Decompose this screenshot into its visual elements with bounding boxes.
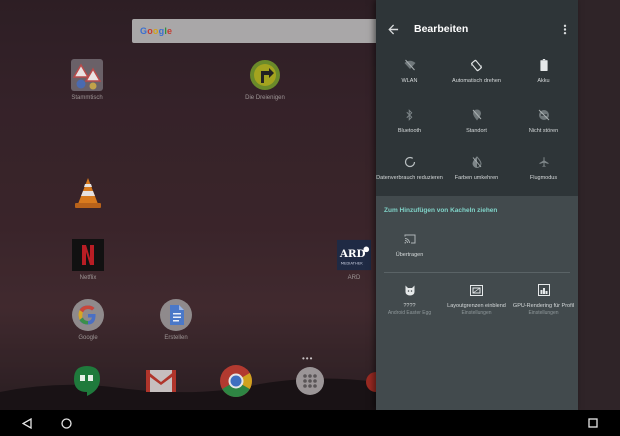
tile-wlan[interactable]: WLAN [376, 58, 443, 85]
app-netflix[interactable]: Netflix [58, 238, 118, 281]
netflix-icon [71, 238, 105, 272]
tile-label: Übertragen [395, 252, 424, 258]
tile-auto-rotate[interactable]: Automatisch drehen [443, 58, 510, 85]
dock-chrome[interactable] [206, 364, 266, 398]
tile-label: Flugmodus [529, 175, 558, 181]
tile-bluetooth[interactable]: Bluetooth [376, 108, 443, 135]
back-arrow-icon[interactable] [386, 22, 400, 36]
panel-header: Bearbeiten [376, 0, 578, 58]
signs-icon [70, 58, 104, 92]
location-off-icon [470, 108, 484, 122]
vlc-cone-icon [71, 176, 105, 210]
hangouts-icon [70, 364, 104, 398]
dock-app-drawer[interactable] [280, 364, 340, 398]
app-label: ARD [347, 275, 361, 281]
tile-label: Standort [466, 128, 487, 134]
ard-mediathek-icon: ARD MEDIATHEK [337, 238, 371, 272]
tile-datenverbrauch[interactable]: Datenverbrauch reduzieren [376, 155, 443, 182]
cat-icon [403, 283, 417, 297]
green-arrow-icon [248, 58, 282, 92]
tile-nicht-stoeren[interactable]: Nicht stören [510, 108, 577, 135]
available-tiles-area: Zum Hinzufügen von Kacheln ziehen Übertr… [376, 196, 578, 410]
tile-uebertragen[interactable]: Übertragen [376, 232, 443, 259]
dnd-icon [537, 108, 551, 122]
tiles-divider [384, 272, 570, 273]
search-logo-letter: e [167, 26, 173, 36]
app-ard[interactable]: ARD MEDIATHEK ARD [324, 238, 384, 281]
panel-title: Bearbeiten [414, 23, 469, 35]
app-vlc[interactable] [58, 176, 118, 213]
tile-label: GPU-Rendering für Profil [512, 303, 575, 309]
add-tiles-heading: Zum Hinzufügen von Kacheln ziehen [384, 207, 498, 214]
tile-label: ???? [403, 303, 416, 309]
google-search-bar[interactable]: Google [132, 19, 382, 43]
tile-layoutgrenzen[interactable]: Layoutgrenzen einblend Einstellungen [443, 283, 510, 317]
tile-sublabel: Android Easter Egg [387, 310, 432, 317]
app-stammtisch[interactable]: Stammtisch [57, 58, 117, 101]
gmail-icon [144, 364, 178, 398]
battery-icon [537, 58, 551, 72]
data-saver-icon [403, 155, 417, 169]
app-label: Netflix [79, 275, 97, 281]
tile-label: Automatisch drehen [452, 78, 501, 84]
tile-standort[interactable]: Standort [443, 108, 510, 135]
tile-label: Akku [537, 78, 550, 84]
auto-rotate-icon [470, 58, 484, 72]
tile-label: Bluetooth [397, 128, 422, 134]
app-erstellen[interactable]: Erstellen [146, 298, 206, 341]
tile-label: Layoutgrenzen einblend [447, 303, 506, 309]
tile-farben-umkehren[interactable]: Farben umkehren [443, 155, 510, 182]
layout-bounds-icon [470, 283, 484, 297]
app-label: Die Dreienigen [245, 95, 285, 101]
active-tiles-area: WLAN Automatisch drehen Akku Bluetooth S… [376, 58, 578, 196]
nav-recents-icon[interactable] [584, 414, 602, 432]
invert-colors-icon [470, 155, 484, 169]
app-label: Stammtisch [71, 95, 103, 101]
tile-easter-egg[interactable]: ???? Android Easter Egg [376, 283, 443, 317]
tile-label: Nicht stören [528, 128, 559, 134]
app-label: Erstellen [164, 335, 188, 341]
app-drawer-icon [293, 364, 327, 398]
tile-flugmodus[interactable]: Flugmodus [510, 155, 577, 182]
tile-sublabel: Einstellungen [528, 310, 559, 317]
tile-label: WLAN [401, 78, 418, 84]
docs-icon [159, 298, 193, 332]
tile-akku[interactable]: Akku [510, 58, 577, 85]
search-logo-letter: G [140, 26, 148, 36]
tile-gpu-rendering[interactable]: GPU-Rendering für Profil Einstellungen [510, 283, 577, 317]
more-options-icon[interactable] [560, 22, 570, 36]
chrome-icon [219, 364, 253, 398]
nav-home-icon[interactable] [57, 414, 75, 432]
gpu-profile-icon [537, 283, 551, 297]
ard-logo-text: ARD [339, 248, 366, 260]
ard-logo-subtext: MEDIATHEK [341, 261, 363, 265]
app-label: Google [78, 335, 98, 341]
page-indicator: ••• [302, 354, 314, 363]
google-icon [71, 298, 105, 332]
dock-gmail[interactable] [131, 364, 191, 398]
right-wallpaper-strip [578, 0, 620, 410]
quick-settings-edit-panel: Bearbeiten WLAN Automatisch drehen Akku [376, 0, 578, 410]
tile-label: Datenverbrauch reduzieren [376, 175, 443, 181]
navigation-bar [0, 410, 620, 436]
bluetooth-icon [403, 108, 417, 122]
cast-icon [403, 232, 417, 246]
nav-back-icon[interactable] [18, 414, 36, 432]
dock-hangouts[interactable] [57, 364, 117, 398]
tile-label: Farben umkehren [454, 175, 499, 181]
airplane-icon [537, 155, 551, 169]
tile-sublabel: Einstellungen [461, 310, 492, 317]
wifi-off-icon [403, 58, 417, 72]
app-die-dreienigen[interactable]: Die Dreienigen [235, 58, 295, 101]
app-google[interactable]: Google [58, 298, 118, 341]
